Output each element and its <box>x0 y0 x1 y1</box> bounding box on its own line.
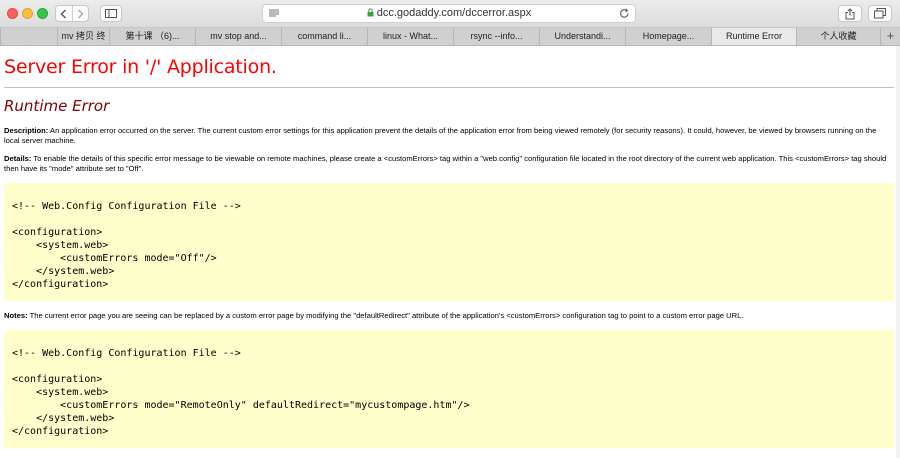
browser-toolbar: dcc.godaddy.com/dccerror.aspx <box>0 0 900 28</box>
tab-label: linux - What... <box>382 31 438 41</box>
sidebar-button[interactable] <box>100 5 122 22</box>
url-display: dcc.godaddy.com/dccerror.aspx <box>263 7 635 19</box>
code-block: <!-- Web.Config Configuration File --> <… <box>4 183 894 301</box>
code-line: <configuration> <box>12 374 103 385</box>
tab[interactable]: command li... <box>281 28 367 45</box>
code-line: <system.web> <box>12 387 109 398</box>
navigation-buttons <box>55 5 89 22</box>
tab[interactable]: rsync --info... <box>453 28 539 45</box>
lock-icon <box>367 8 374 17</box>
url-text: dcc.godaddy.com/dccerror.aspx <box>376 7 532 19</box>
close-window-button[interactable] <box>7 8 18 19</box>
tab[interactable]: mv stop and... <box>195 28 281 45</box>
notes-text: The current error page you are seeing ca… <box>27 311 744 320</box>
code-line: <!-- Web.Config Configuration File --> <box>12 348 241 359</box>
details-text: To enable the details of this specific e… <box>4 154 887 173</box>
tab[interactable]: mv 拷贝 终 <box>57 28 109 45</box>
tab-bar: mv 拷贝 终 第十课 （6)... mv stop and... comman… <box>0 28 900 46</box>
description-text: An application error occurred on the ser… <box>4 126 877 145</box>
forward-button[interactable] <box>71 6 89 21</box>
tab[interactable]: Homepage... <box>625 28 711 45</box>
tab-label: 个人收藏 <box>820 31 857 41</box>
share-icon <box>845 7 855 19</box>
tab-label: Runtime Error <box>725 31 782 41</box>
tab-label: Homepage... <box>642 31 695 41</box>
code-line: <customErrors mode="Off"/> <box>12 253 217 264</box>
code-line: <configuration> <box>12 227 103 238</box>
notes-label: Notes: <box>4 311 28 320</box>
tab[interactable]: 个人收藏 <box>796 28 880 45</box>
tab-label: rsync --info... <box>470 31 523 41</box>
tab-label: mv 拷贝 终 <box>61 31 106 41</box>
code-line: <!-- Web.Config Configuration File --> <box>12 201 241 212</box>
tab[interactable]: Understandi... <box>539 28 625 45</box>
zoom-window-button[interactable] <box>37 8 48 19</box>
code-line: </system.web> <box>12 413 115 424</box>
code-line: </configuration> <box>12 279 109 290</box>
tab-label: command li... <box>297 31 352 41</box>
tab-label: 第十课 （6)... <box>125 31 180 41</box>
details-paragraph: Details: To enable the details of this s… <box>4 154 894 173</box>
back-button[interactable] <box>56 6 72 21</box>
title-divider <box>4 87 894 88</box>
address-bar[interactable]: dcc.godaddy.com/dccerror.aspx <box>262 4 636 23</box>
code-line: <customErrors mode="RemoteOnly" defaultR… <box>12 400 470 411</box>
new-tab-button[interactable]: + <box>880 28 900 45</box>
minimize-window-button[interactable] <box>22 8 33 19</box>
tabs-overview-icon <box>874 8 886 19</box>
notes-paragraph: Notes: The current error page you are se… <box>4 311 894 321</box>
sidebar-icon <box>105 9 117 18</box>
chevron-left-icon <box>60 9 67 18</box>
show-all-tabs-button[interactable] <box>868 5 892 22</box>
share-button[interactable] <box>838 5 862 22</box>
code-line: </configuration> <box>12 426 109 437</box>
tab-active[interactable]: Runtime Error <box>711 28 796 45</box>
description-label: Description: <box>4 126 49 135</box>
code-line: </system.web> <box>12 266 115 277</box>
code-block: <!-- Web.Config Configuration File --> <… <box>4 330 894 448</box>
tab-label: Understandi... <box>554 31 611 41</box>
page-title: Server Error in '/' Application. <box>4 56 277 78</box>
tab[interactable]: linux - What... <box>367 28 453 45</box>
scrollbar-track[interactable] <box>896 46 900 458</box>
description-paragraph: Description: An application error occurr… <box>4 126 894 145</box>
details-label: Details: <box>4 154 32 163</box>
tab-label: mv stop and... <box>210 31 267 41</box>
error-subtitle: Runtime Error <box>4 97 110 115</box>
tab[interactable]: 第十课 （6)... <box>109 28 195 45</box>
tab[interactable] <box>0 28 57 45</box>
reload-icon[interactable] <box>619 8 630 19</box>
chevron-right-icon <box>77 9 84 18</box>
page-content: Server Error in '/' Application. Runtime… <box>0 46 900 458</box>
code-line: <system.web> <box>12 240 109 251</box>
